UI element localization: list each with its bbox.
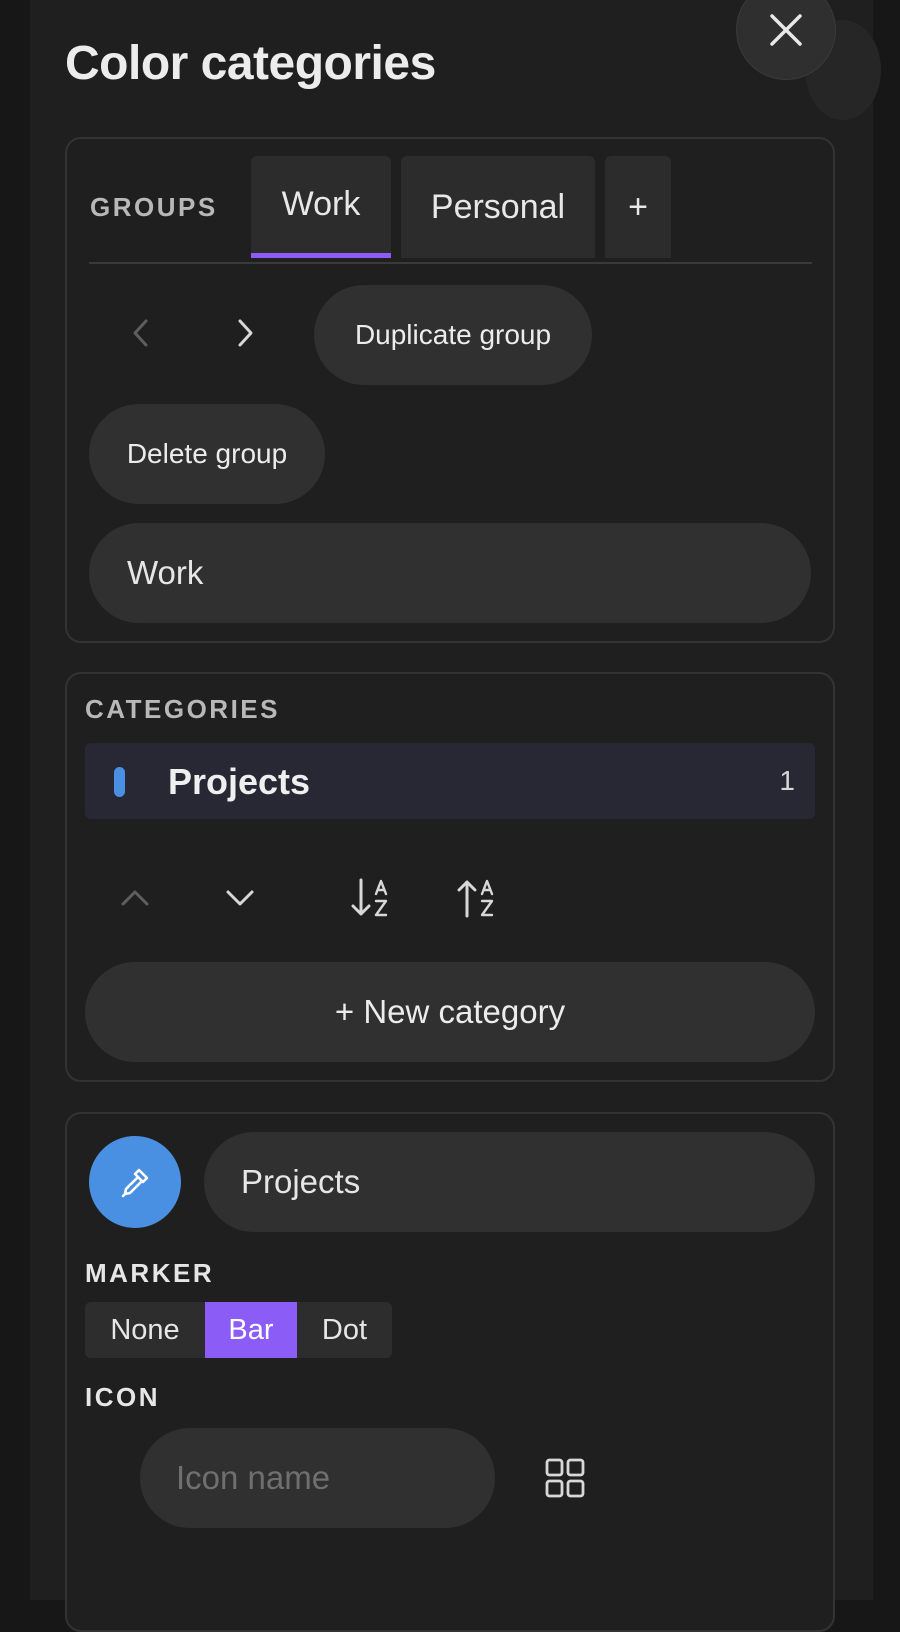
duplicate-group-button[interactable]: Duplicate group [314, 285, 592, 385]
previous-group-button[interactable] [113, 305, 169, 361]
sort-a-z-button[interactable] [344, 870, 400, 926]
category-row[interactable]: Projects 1 [85, 743, 815, 819]
icon-browser-button[interactable] [535, 1448, 595, 1508]
tab-work[interactable]: Work [251, 156, 391, 258]
sort-descending-icon [457, 879, 494, 918]
page-title: Color categories [65, 37, 436, 90]
chevron-up-icon [121, 890, 149, 906]
marker-option-dot[interactable]: Dot [297, 1302, 392, 1358]
category-name-value: Projects [241, 1163, 361, 1200]
tab-label: Personal [430, 187, 566, 226]
icon-label: ICON [85, 1382, 160, 1412]
grid-icon [545, 1458, 585, 1498]
new-category-button[interactable]: + New category [85, 962, 815, 1062]
move-down-button[interactable] [212, 870, 268, 926]
tab-personal[interactable]: Personal [401, 156, 595, 258]
tab-label: Work [281, 185, 361, 223]
add-group-tab[interactable]: + [605, 156, 671, 258]
icon-name-input[interactable]: Icon name [140, 1428, 495, 1528]
marker-option-bar[interactable]: Bar [205, 1302, 297, 1358]
categories-label: CATEGORIES [85, 694, 280, 724]
eyedropper-icon [121, 1168, 149, 1198]
marker-option-none[interactable]: None [85, 1302, 205, 1358]
category-name: Projects [168, 761, 311, 802]
group-name-input[interactable]: Work [89, 523, 811, 623]
chevron-left-icon [133, 319, 148, 347]
category-count: 1 [779, 765, 795, 796]
groups-label: GROUPS [90, 192, 218, 222]
category-name-input[interactable]: Projects [204, 1132, 815, 1232]
sort-ascending-icon [351, 878, 388, 917]
group-name-value: Work [127, 554, 204, 591]
next-group-button[interactable] [217, 305, 273, 361]
close-icon [770, 14, 802, 46]
category-color-marker [114, 767, 125, 797]
icon-name-placeholder: Icon name [176, 1459, 331, 1496]
marker-label: MARKER [85, 1258, 215, 1288]
chevron-right-icon [238, 319, 253, 347]
chevron-down-icon [226, 890, 254, 906]
move-up-button[interactable] [107, 870, 163, 926]
sort-z-a-button[interactable] [450, 870, 506, 926]
marker-segmented-control: None Bar Dot [85, 1302, 392, 1358]
tabs-divider [89, 262, 812, 264]
color-picker-button[interactable] [89, 1136, 181, 1228]
delete-group-button[interactable]: Delete group [89, 404, 325, 504]
add-group-label: + [628, 187, 648, 226]
